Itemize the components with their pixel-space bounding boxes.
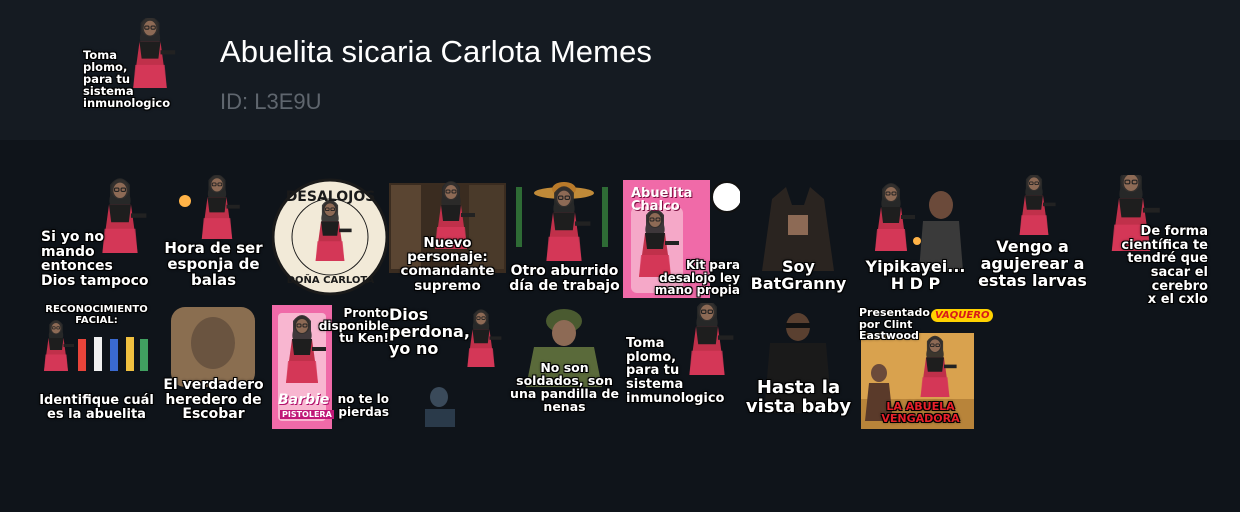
sticker-13[interactable]: Barbie PISTOLERA Pronto disponible tu Ke…: [272, 303, 389, 431]
sticker-1[interactable]: Si yo no mando entonces Dios tampoco: [38, 175, 155, 303]
sticker-brand-sub: PISTOLERA: [280, 410, 334, 419]
sticker-12[interactable]: El verdadero heredero de Escobar: [155, 303, 272, 431]
sticker-15[interactable]: No son soldados, son una pandilla de nen…: [506, 303, 623, 431]
sticker-16[interactable]: Toma plomo, para tu sistema inmunologico: [623, 303, 740, 431]
sticker-grid: Si yo no mando entonces Dios tampoco Hor…: [38, 175, 1208, 431]
sticker-caption: Vengo a agujerear a estas larvas: [978, 237, 1087, 290]
sticker-caption: Hora de ser esponja de balas: [164, 239, 263, 289]
sticker-2[interactable]: Hora de ser esponja de balas: [155, 175, 272, 303]
sticker-caption: Si yo no mando entonces Dios tampoco: [41, 229, 149, 290]
sticker-9[interactable]: Vengo a agujerear a estas larvas: [974, 175, 1091, 303]
pack-icon-caption: Toma plomo, para tu sistema inmunologico: [83, 48, 171, 111]
sticker-caption: LA ABUELA VENGADORA: [881, 400, 960, 425]
sticker-caption: Soy BatGranny: [750, 257, 847, 293]
sticker-5[interactable]: Otro aburrido día de trabajo: [506, 175, 623, 303]
sticker-caption-top: DESALOJOS: [285, 189, 376, 205]
sticker-caption: De forma científica te tendré que sacar …: [1121, 224, 1208, 308]
sticker-11[interactable]: RECONOCIMIENTO FACIAL: Identifique cuál …: [38, 303, 155, 431]
sticker-3[interactable]: DESALOJOS DOÑA CARLOTA: [272, 175, 389, 303]
sticker-18[interactable]: Presentado por Clint Eastwood VAQUERO LA…: [857, 303, 994, 431]
sticker-caption: Identifique cuál es la abuelita: [39, 393, 154, 422]
sticker-brand: Barbie: [278, 392, 330, 408]
sticker-caption: Yipikayei... H D P: [865, 257, 966, 293]
sticker-caption: Nuevo personaje: comandante supremo: [400, 235, 495, 294]
sticker-caption-top: RECONOCIMIENTO FACIAL:: [45, 304, 148, 326]
sticker-badge: VAQUERO: [931, 309, 994, 322]
sticker-10[interactable]: De forma científica te tendré que sacar …: [1091, 175, 1208, 307]
sticker-caption: Hasta la vista baby: [745, 377, 852, 417]
sticker-caption: Toma plomo, para tu sistema inmunologico: [626, 336, 725, 406]
sticker-caption: no te lo pierdas: [337, 392, 389, 419]
sticker-caption: No son soldados, son una pandilla de nen…: [510, 360, 619, 415]
sticker-4[interactable]: Nuevo personaje: comandante supremo: [389, 175, 506, 303]
sticker-14[interactable]: Dios perdona, yo no: [389, 303, 506, 431]
sticker-box-title: Abuelita Chalco: [631, 186, 693, 214]
sticker-caption: Dios perdona, yo no: [389, 305, 470, 358]
sticker-17[interactable]: Hasta la vista baby: [740, 303, 857, 431]
pack-header: Toma plomo, para tu sistema inmunologico…: [0, 0, 1240, 140]
sticker-caption-top: Pronto disponible tu Ken!: [318, 306, 389, 346]
pack-icon: Toma plomo, para tu sistema inmunologico: [80, 16, 180, 118]
sticker-6[interactable]: Abuelita Chalco Kit para desalojo ley ma…: [623, 175, 740, 303]
sticker-caption: Otro aburrido día de trabajo: [509, 263, 620, 294]
sticker-caption: Kit para desalojo ley mano propia: [654, 258, 740, 298]
sticker-7[interactable]: Soy BatGranny: [740, 175, 857, 303]
sticker-caption-top: Presentado por Clint Eastwood: [859, 306, 930, 343]
sticker-caption: El verdadero heredero de Escobar: [163, 377, 264, 423]
sticker-caption-bottom: DOÑA CARLOTA: [286, 275, 375, 286]
pack-title: Abuelita sicaria Carlota Memes: [220, 34, 653, 69]
pack-id: ID: L3E9U: [220, 89, 322, 114]
sticker-8[interactable]: Yipikayei... H D P: [857, 175, 974, 303]
